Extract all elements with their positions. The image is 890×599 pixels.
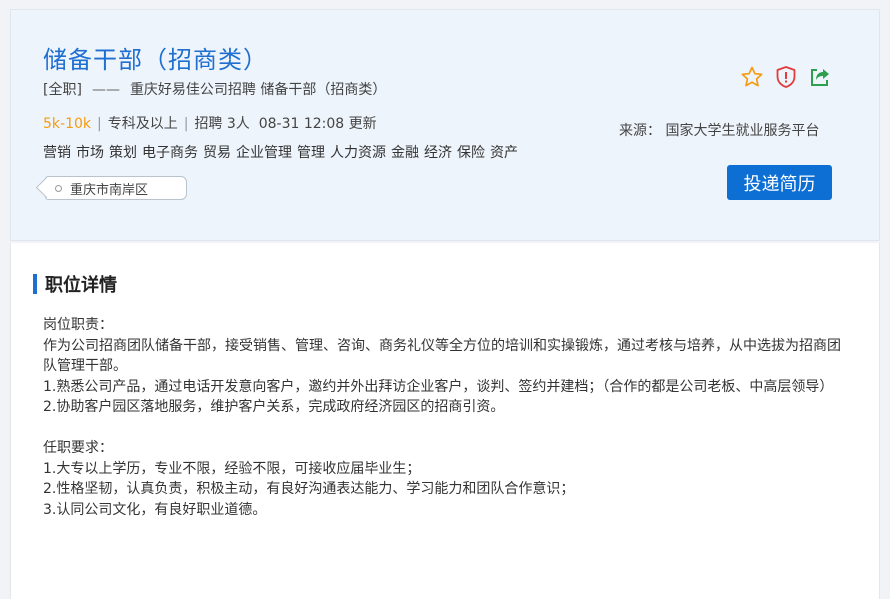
- share-arrow-icon[interactable]: [807, 64, 833, 90]
- job-subline: [全职] —— 重庆好易佳公司招聘 储备干部（招商类）: [43, 79, 386, 99]
- tag: 金融: [391, 145, 419, 161]
- source-label: 来源： 国家大学生就业服务平台: [619, 123, 820, 139]
- tag: 策划: [109, 145, 137, 161]
- company-line: 重庆好易佳公司招聘 储备干部（招商类）: [129, 82, 387, 98]
- job-type: [全职]: [43, 82, 82, 98]
- description-line: 作为公司招商团队储备干部，接受销售、管理、咨询、商务礼仪等全方位的培训和实操锻炼…: [43, 337, 841, 375]
- salary: 5k-10k: [43, 116, 91, 132]
- tag: 经济: [424, 145, 452, 161]
- tag: 电子商务: [142, 145, 198, 161]
- heading-accent-bar: [33, 274, 37, 294]
- tag: 贸易: [203, 145, 231, 161]
- location-tag: 重庆市南岸区: [35, 176, 187, 200]
- apply-resume-button[interactable]: 投递简历: [727, 165, 832, 200]
- dash-separator: ——: [91, 82, 120, 98]
- description-line: 岗位职责：: [43, 317, 113, 333]
- tag-hole-icon: [55, 184, 62, 192]
- tag: 市场: [76, 145, 104, 161]
- tag: 资产: [490, 145, 518, 161]
- section-heading: 职位详情: [33, 273, 117, 296]
- headcount: 招聘 3人: [194, 116, 250, 132]
- updated-time: 08-31 12:08 更新: [258, 116, 377, 132]
- tag: 保险: [457, 145, 485, 161]
- star-outline-icon[interactable]: [739, 64, 765, 90]
- description-line: 2.协助客户园区落地服务，维护客户关系，完成政府经济园区的招商引资。: [43, 399, 505, 415]
- tag: 人力资源: [330, 145, 386, 161]
- description-line: 3.认同公司文化，有良好职业道德。: [43, 501, 267, 518]
- location-text: 重庆市南岸区: [70, 182, 149, 198]
- description-line: 2.性格坚韧，认真负责，积极主动，有良好沟通表达能力、学习能力和团队合作意识；: [43, 481, 575, 497]
- job-title: 储备干部（招商类）: [43, 46, 268, 74]
- detail-heading: 职位详情: [45, 275, 117, 296]
- description-line: 任职要求：: [43, 440, 113, 456]
- tag: 营销: [43, 145, 71, 161]
- action-icons: [739, 64, 833, 90]
- tag: 管理: [297, 145, 325, 161]
- shield-alert-icon[interactable]: [773, 64, 799, 90]
- job-tags: 营销 市场 策划 电子商务 贸易 企业管理 管理 人力资源 金融 经济 保险 资产: [43, 142, 523, 162]
- description-line: 1.熟悉公司产品，通过电话开发意向客户，邀约并外出拜访企业客户，谈判、签约并建档…: [43, 378, 834, 395]
- job-description: 岗位职责： 作为公司招商团队储备干部，接受销售、管理、咨询、商务礼仪等全方位的培…: [43, 315, 853, 520]
- job-header-card: 储备干部（招商类） [全职] —— 重庆好易佳公司招聘 储备干部（招商类） 5k-1…: [10, 9, 880, 241]
- education: 专科及以上: [107, 116, 178, 132]
- tag: 企业管理: [236, 145, 292, 161]
- job-detail-card: 职位详情 岗位职责： 作为公司招商团队储备干部，接受销售、管理、咨询、商务礼仪等…: [10, 243, 880, 599]
- description-line: 1.大专以上学历，专业不限，经验不限，可接收应届毕业生；: [43, 460, 421, 477]
- job-meta: 5k-10k | 专科及以上 | 招聘 3人 08-31 12:08 更新: [43, 116, 377, 132]
